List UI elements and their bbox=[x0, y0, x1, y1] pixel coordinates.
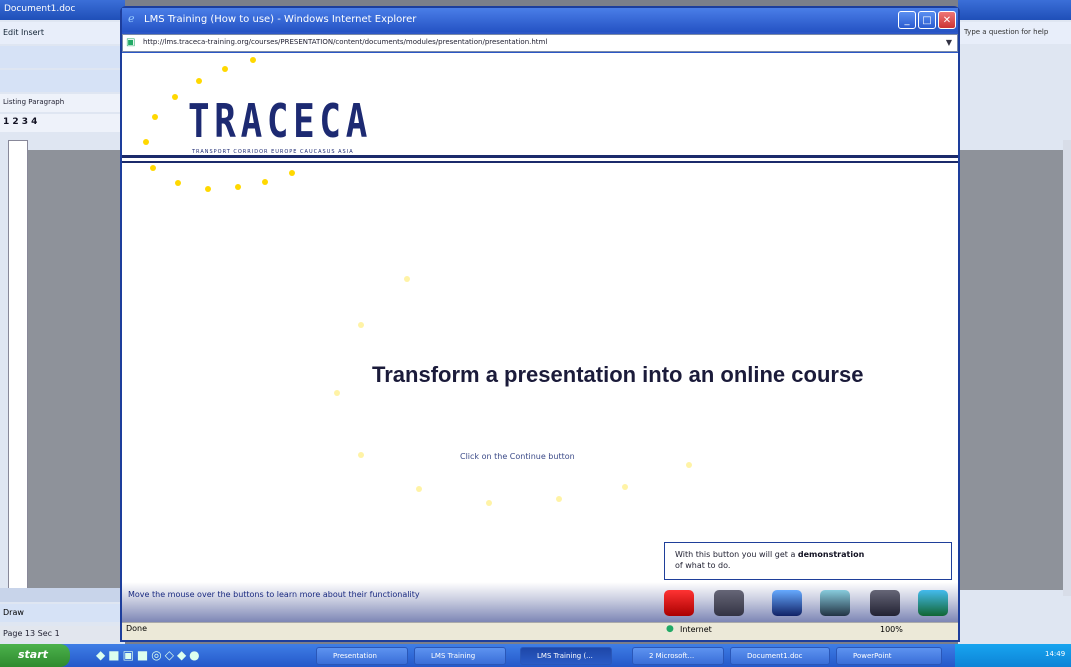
page-icon: ▣ bbox=[126, 37, 136, 48]
decor-star bbox=[622, 484, 628, 490]
logo-star bbox=[222, 66, 228, 72]
status-text: Done bbox=[126, 624, 148, 633]
logo-star bbox=[235, 184, 241, 190]
taskbar-item-active[interactable]: LMS Training (... bbox=[520, 647, 612, 665]
search-button[interactable] bbox=[820, 590, 850, 616]
word-draw-toolbar[interactable]: Draw bbox=[0, 604, 125, 622]
word-menubar[interactable]: Edit Insert bbox=[0, 22, 125, 44]
taskbar-item[interactable]: PowerPoint bbox=[836, 647, 942, 665]
logo-star bbox=[289, 170, 295, 176]
right-window-titlebar[interactable] bbox=[958, 0, 1071, 20]
maximize-button[interactable]: □ bbox=[918, 11, 936, 29]
header-divider-2 bbox=[122, 161, 958, 163]
taskbar-item[interactable]: Document1.doc bbox=[730, 647, 830, 665]
globe-icon: ● bbox=[666, 624, 674, 634]
header-divider bbox=[122, 155, 958, 158]
ie-statusbar bbox=[122, 622, 958, 640]
demonstration-tooltip: With this button you will get a demonstr… bbox=[664, 542, 952, 580]
instruction-text: Click on the Continue button bbox=[460, 452, 575, 461]
logo-star bbox=[196, 78, 202, 84]
continue-button[interactable] bbox=[918, 590, 948, 616]
traceca-logo: TRACECA bbox=[188, 94, 372, 148]
word-standard-toolbar[interactable] bbox=[0, 46, 125, 68]
decor-star bbox=[358, 322, 364, 328]
logo-star bbox=[143, 139, 149, 145]
word-vertical-ruler bbox=[8, 140, 28, 590]
right-window-bottom bbox=[958, 596, 1071, 640]
logo-star bbox=[172, 94, 178, 100]
logo-star bbox=[150, 165, 156, 171]
word-outline-levels[interactable]: 1 2 3 4 bbox=[0, 114, 125, 132]
nav-help-text: Move the mouse over the buttons to learn… bbox=[128, 590, 420, 599]
page-title: Transform a presentation into an online … bbox=[372, 362, 864, 387]
close-button[interactable]: ✕ bbox=[938, 11, 956, 29]
word-titlebar[interactable]: Document1.doc bbox=[0, 0, 125, 20]
decor-star bbox=[556, 496, 562, 502]
logo-tagline: TRANSPORT CORRIDOR EUROPE CAUCASUS ASIA bbox=[192, 149, 354, 155]
logo-star bbox=[152, 114, 158, 120]
taskbar-item[interactable]: Presentation bbox=[316, 647, 408, 665]
right-document-area bbox=[958, 150, 1063, 590]
ie-icon: ℯ bbox=[128, 12, 135, 25]
ie-titlebar[interactable]: LMS Training (How to use) - Windows Inte… bbox=[122, 8, 958, 32]
taskbar-item[interactable]: LMS Training bbox=[414, 647, 506, 665]
help-button[interactable] bbox=[772, 590, 802, 616]
word-statusbar: Page 13 Sec 1 bbox=[0, 626, 125, 642]
logo-star bbox=[205, 186, 211, 192]
word-style-box[interactable]: Listing Paragraph bbox=[0, 94, 125, 112]
tooltip-bold: demonstration bbox=[797, 550, 865, 559]
system-tray: 14:49 bbox=[955, 644, 1071, 667]
address-bar[interactable]: http://lms.traceca-training.org/courses/… bbox=[122, 34, 958, 52]
logo-star bbox=[262, 179, 268, 185]
zoom-level[interactable]: 100% bbox=[880, 625, 903, 634]
tools-button[interactable] bbox=[714, 590, 744, 616]
security-zone: Internet bbox=[680, 625, 712, 634]
logo-star bbox=[175, 180, 181, 186]
demonstration-button[interactable] bbox=[664, 590, 694, 616]
chevron-down-icon[interactable]: ▼ bbox=[942, 36, 956, 50]
decor-star bbox=[404, 276, 410, 282]
quick-launch-icons[interactable]: ◆■▣■◎◇◆● bbox=[96, 648, 203, 662]
help-question-box[interactable]: Type a question for help bbox=[958, 22, 1071, 44]
word-view-buttons[interactable] bbox=[0, 588, 125, 602]
decor-star bbox=[686, 462, 692, 468]
taskbar-item[interactable]: 2 Microsoft... bbox=[632, 647, 724, 665]
word-formatting-toolbar[interactable] bbox=[0, 70, 125, 92]
decor-star bbox=[358, 452, 364, 458]
decor-star bbox=[334, 390, 340, 396]
decor-star bbox=[486, 500, 492, 506]
tooltip-prefix: With this button you will get a bbox=[675, 550, 796, 559]
right-scrollbar[interactable] bbox=[1063, 140, 1071, 600]
start-button[interactable]: start bbox=[0, 644, 70, 667]
logo-star bbox=[250, 57, 256, 63]
print-button[interactable] bbox=[870, 590, 900, 616]
minimize-button[interactable]: _ bbox=[898, 11, 916, 29]
word-document-area[interactable] bbox=[28, 150, 125, 590]
decor-star bbox=[416, 486, 422, 492]
tooltip-suffix: of what to do. bbox=[675, 561, 731, 570]
